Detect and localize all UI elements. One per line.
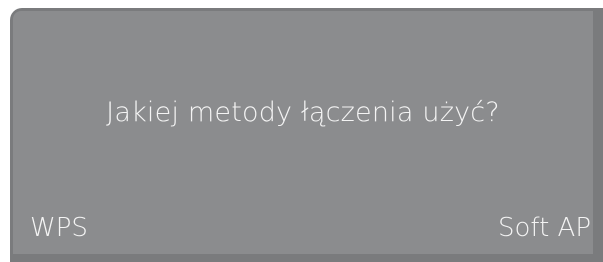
- connection-method-question: Jakiej metody łączenia użyć?: [106, 97, 500, 128]
- soft-ap-option-button[interactable]: Soft AP: [498, 213, 591, 243]
- wps-option-button[interactable]: WPS: [30, 213, 88, 243]
- display-screen: Jakiej metody łączenia użyć? WPS Soft AP: [13, 11, 593, 254]
